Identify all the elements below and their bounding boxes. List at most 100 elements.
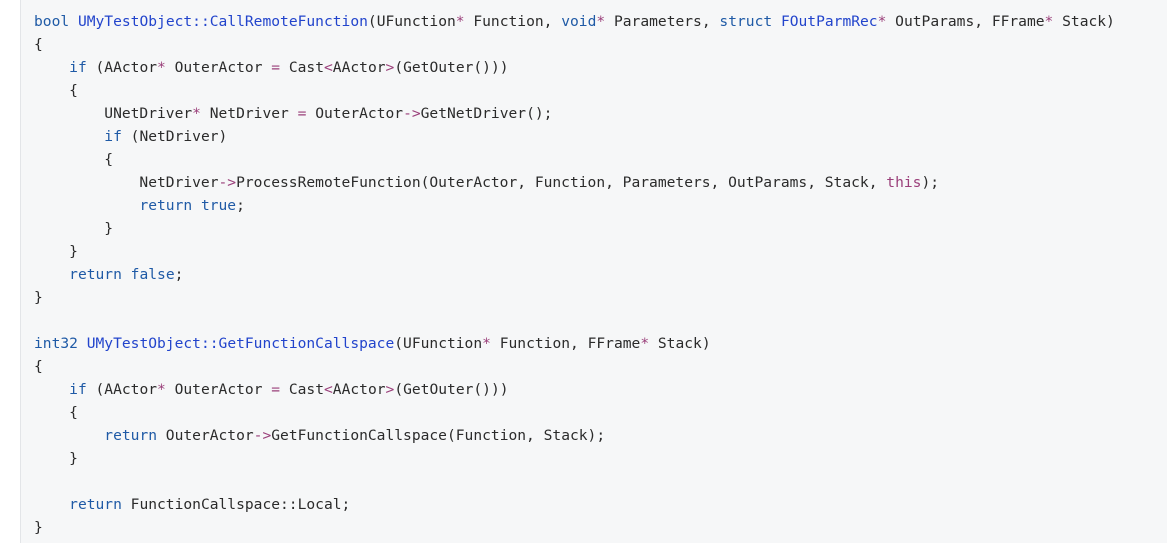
code-token: NetDriver xyxy=(34,174,219,191)
code-token: -> xyxy=(253,427,272,444)
code-token: -> xyxy=(218,174,237,191)
code-token: { xyxy=(34,82,78,99)
code-token: } xyxy=(34,220,114,237)
code-token: GetNetDriver(); xyxy=(420,105,553,122)
code-token: false xyxy=(130,266,175,283)
code-token: if xyxy=(104,128,122,145)
code-line: { xyxy=(34,355,1115,378)
code-token: true xyxy=(200,197,237,214)
code-line: return OuterActor->GetFunctionCallspace(… xyxy=(34,424,1115,447)
code-token: OuterActor xyxy=(165,381,272,398)
code-token: return xyxy=(139,197,193,214)
code-token: ProcessRemoteFunction(OuterActor, Functi… xyxy=(236,174,887,191)
code-token: (UFunction xyxy=(394,335,483,352)
code-token: ; xyxy=(174,266,184,283)
code-line: } xyxy=(34,240,1115,263)
code-token: } xyxy=(34,289,43,306)
code-token: FOutParmRec xyxy=(780,13,878,30)
code-token: UMyTestObject::GetFunctionCallspace xyxy=(86,335,395,352)
code-line: int32 UMyTestObject::GetFunctionCallspac… xyxy=(34,332,1115,355)
code-token: = xyxy=(271,381,281,398)
code-line: } xyxy=(34,217,1115,240)
code-token: { xyxy=(34,404,78,421)
code-line: { xyxy=(34,33,1115,56)
code-line: NetDriver->ProcessRemoteFunction(OuterAc… xyxy=(34,171,1115,194)
code-token: * xyxy=(640,335,650,352)
code-line: return true; xyxy=(34,194,1115,217)
code-token: (UFunction xyxy=(367,13,456,30)
code-token: NetDriver xyxy=(200,105,298,122)
code-token: int32 xyxy=(34,335,78,352)
code-token: bool xyxy=(34,13,70,30)
code-token: * xyxy=(192,105,201,122)
code-token: OutParams, FFrame xyxy=(886,13,1045,30)
code-line: { xyxy=(34,148,1115,171)
code-line: if (NetDriver) xyxy=(34,125,1115,148)
code-token: if xyxy=(69,381,87,398)
code-line: } xyxy=(34,286,1115,309)
code-token: } xyxy=(34,243,78,260)
code-token: Stack) xyxy=(649,335,711,352)
code-token: AActor xyxy=(332,381,386,398)
code-token: return xyxy=(104,427,158,444)
code-token: UMyTestObject::CallRemoteFunction xyxy=(77,13,368,30)
code-token: (GetOuter())) xyxy=(394,381,509,398)
code-line: return FunctionCallspace::Local; xyxy=(34,493,1115,516)
code-token: > xyxy=(385,59,395,76)
code-token: * xyxy=(455,13,465,30)
code-token: ); xyxy=(921,174,940,191)
code-token: (GetOuter())) xyxy=(394,59,509,76)
code-token: Cast xyxy=(280,381,324,398)
code-token: Function, xyxy=(464,13,562,30)
code-token: } xyxy=(34,519,43,536)
code-token: UNetDriver xyxy=(34,105,193,122)
code-token: { xyxy=(34,151,114,168)
code-token: < xyxy=(324,381,333,398)
code-line: bool UMyTestObject::CallRemoteFunction(U… xyxy=(34,10,1115,33)
code-token: OuterActor xyxy=(306,105,404,122)
code-token: -> xyxy=(403,105,421,122)
code-token: return xyxy=(69,266,122,283)
code-token: > xyxy=(385,381,395,398)
code-lines: bool UMyTestObject::CallRemoteFunction(U… xyxy=(34,10,1115,539)
code-token: this xyxy=(886,174,922,191)
code-block: bool UMyTestObject::CallRemoteFunction(U… xyxy=(20,0,1167,543)
code-token: ; xyxy=(236,197,245,214)
code-token: FunctionCallspace::Local; xyxy=(121,496,351,513)
code-token: { xyxy=(34,36,43,53)
code-token: Cast xyxy=(280,59,324,76)
code-line: } xyxy=(34,516,1115,539)
code-line: UNetDriver* NetDriver = OuterActor->GetN… xyxy=(34,102,1115,125)
code-token: { xyxy=(34,358,43,375)
code-line: } xyxy=(34,447,1115,470)
code-token: * xyxy=(596,13,606,30)
code-token: Stack) xyxy=(1053,13,1115,30)
code-token: * xyxy=(482,335,491,352)
code-token: GetFunctionCallspace(Function, Stack); xyxy=(271,427,606,444)
code-token: * xyxy=(157,381,166,398)
code-token: (AActor xyxy=(86,59,158,76)
code-token: } xyxy=(34,450,78,467)
code-token: AActor xyxy=(332,59,386,76)
code-token: = xyxy=(271,59,281,76)
code-line: if (AActor* OuterActor = Cast<AActor>(Ge… xyxy=(34,56,1115,79)
code-token: * xyxy=(157,59,166,76)
code-line: { xyxy=(34,401,1115,424)
code-token: return xyxy=(69,496,122,513)
code-token: < xyxy=(324,59,333,76)
code-token: OuterActor xyxy=(165,59,272,76)
